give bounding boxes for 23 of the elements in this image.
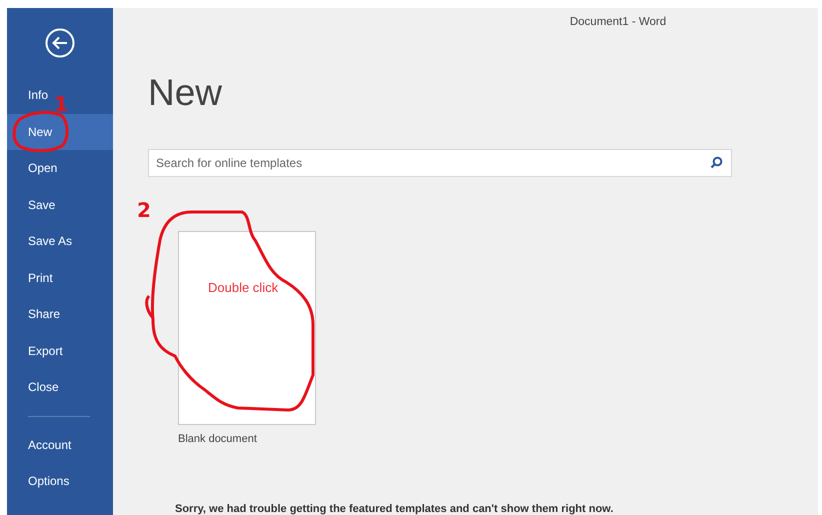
menu-item[interactable]: Save bbox=[7, 186, 60, 223]
window-title: Document1 - Word bbox=[570, 16, 666, 28]
blank-document-thumbnail[interactable] bbox=[178, 231, 316, 425]
annotation-number: 2 bbox=[137, 198, 151, 222]
template-label: Blank document bbox=[178, 433, 258, 445]
menu-item[interactable]: Share bbox=[7, 296, 64, 332]
menu-item[interactable]: Print bbox=[7, 260, 57, 296]
error-message: Sorry, we had trouble getting the featured templates and can't show them right now. bbox=[175, 503, 614, 515]
menu-item[interactable]: New bbox=[7, 114, 113, 150]
scribble-loop bbox=[12, 110, 69, 152]
annotation-note: Double click bbox=[208, 280, 278, 295]
back-icon[interactable] bbox=[45, 28, 75, 58]
menu-item[interactable]: Save As bbox=[7, 223, 76, 260]
menu-item[interactable]: Close bbox=[7, 369, 63, 406]
search-icon[interactable] bbox=[710, 156, 723, 169]
annotation-number: 1 bbox=[54, 92, 68, 116]
menu-item[interactable]: Export bbox=[7, 332, 67, 369]
menu-item[interactable]: Account bbox=[7, 426, 76, 463]
page-heading: New bbox=[148, 71, 224, 115]
search-field[interactable]: Search for online templates bbox=[148, 149, 732, 177]
menu-item[interactable]: Info bbox=[7, 77, 52, 114]
menu-item[interactable]: Open bbox=[7, 150, 62, 186]
menu-item[interactable]: Options bbox=[7, 463, 74, 500]
